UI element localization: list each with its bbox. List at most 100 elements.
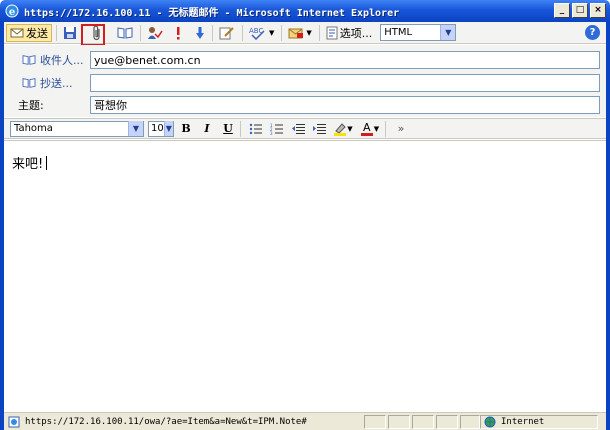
chevron-down-icon: ▼ [128,121,143,136]
check-names-button[interactable] [144,24,166,42]
format-select[interactable]: HTML ▼ [380,24,457,41]
spell-check-icon: ABC [249,27,265,40]
zone-label: Internet [501,417,545,427]
more-options-button[interactable]: » [392,121,410,137]
security-zone: Internet [480,415,598,429]
font-size-select[interactable]: 10 ▼ [148,120,174,137]
subject-field[interactable]: 哥想你 [90,96,600,114]
subject-row: 主题: 哥想你 [4,96,606,114]
chevron-down-icon: ▼ [440,25,456,40]
font-value: Tahoma [14,123,53,134]
highlight-dropdown-arrow-icon: ▼ [347,124,353,133]
signature-button[interactable] [216,24,238,42]
subject-label: 主题: [18,99,44,112]
cc-field[interactable] [90,74,600,92]
cc-button[interactable]: 抄送... [22,75,86,91]
svg-text:3: 3 [270,131,273,135]
body-text-container: 来吧! [12,153,48,172]
window-frame-right [606,22,610,430]
message-body[interactable]: 来吧! [4,140,606,410]
cc-label: 抄送... [40,77,73,90]
options-page-icon [326,26,338,39]
save-button[interactable] [60,24,80,42]
message-tools-dropdown-arrow-icon: ▼ [306,28,312,37]
window-title: https://172.16.100.11 - 无标题邮件 - Microsof… [24,7,400,19]
toolbar-separator [281,24,283,41]
highlight-button[interactable]: ▼ [331,121,355,137]
envelope-flag-icon [288,28,304,38]
paperclip-icon [93,25,100,40]
close-button[interactable]: × [590,3,606,18]
font-color-label: A [363,120,371,134]
ie-logo-icon: e [5,4,19,18]
bold-button[interactable]: B [177,121,195,137]
status-url: https://172.16.100.11/owa/?ae=Item&a=New… [25,416,307,427]
to-label: 收件人... [40,54,84,67]
svg-text:e: e [9,7,15,18]
outdent-icon [292,123,305,134]
to-row: 收件人... yue@benet.com.cn [4,51,606,69]
minimize-button[interactable]: _ [554,3,570,18]
page-icon [8,416,20,427]
check-names-icon [148,26,163,39]
to-field[interactable]: yue@benet.com.cn [90,51,600,69]
highlighter-icon [334,122,347,136]
toolbar-separator [318,24,320,41]
help-button[interactable]: ? [585,25,600,40]
status-panel [460,415,480,429]
format-toolbar: Tahoma ▼ 10 ▼ B I U 1 2 3 ▼ A ▼ » [4,118,606,139]
signature-icon [219,26,234,39]
status-panel [436,415,458,429]
font-color-swatch [360,132,373,136]
options-label: 选项... [339,26,373,40]
address-book-button[interactable] [114,24,136,42]
status-panel [388,415,410,429]
toolbar-separator [140,24,141,41]
italic-button[interactable]: I [198,121,216,137]
spelling-button[interactable]: ABC ▼ [246,24,277,42]
maximize-button[interactable]: □ [572,3,588,18]
toolbar-separator [240,120,241,137]
send-icon [10,28,24,37]
cc-row: 抄送... [4,74,606,92]
indent-icon [313,123,326,134]
title-bar: e https://172.16.100.11 - 无标题邮件 - Micros… [0,0,610,22]
font-select[interactable]: Tahoma ▼ [10,120,144,137]
spelling-dropdown-arrow-icon: ▼ [269,28,275,37]
status-panel [412,415,434,429]
font-color-dropdown-arrow-icon: ▼ [373,124,380,133]
text-caret [46,156,48,170]
font-size-value: 10 [151,123,164,134]
numbered-list-icon: 1 2 3 [270,123,283,135]
bullet-list-icon [249,123,262,134]
address-book-icon [117,26,133,39]
increase-indent-button[interactable] [310,121,328,137]
importance-low-button[interactable] [192,24,208,42]
decrease-indent-button[interactable] [289,121,307,137]
numbered-list-button[interactable]: 1 2 3 [268,121,286,137]
to-button[interactable]: 收件人... [22,52,86,68]
send-label: 发送 [26,26,48,40]
globe-icon [484,416,496,428]
save-icon [64,26,76,39]
options-button[interactable]: 选项... [323,24,376,42]
message-header: 收件人... yue@benet.com.cn 抄送... 主题: 哥想你 [4,45,606,117]
toolbar-separator [242,24,243,41]
toolbar-separator [385,120,386,137]
address-book-icon [22,55,36,65]
underline-button[interactable]: U [219,121,237,137]
toolbar-separator [56,24,57,41]
font-color-button[interactable]: A ▼ [358,121,382,137]
exclamation-icon [177,26,180,39]
status-panel [364,415,386,429]
address-book-icon [22,78,36,88]
chevron-down-icon: ▼ [163,121,173,136]
bullet-list-button[interactable] [247,121,265,137]
send-button[interactable]: 发送 [6,23,52,42]
down-arrow-icon [196,26,204,39]
main-toolbar: 发送 ABC ▼ ▼ 选项... HTML ▼ ? [4,22,606,44]
attach-button[interactable] [87,24,107,42]
message-tools-button[interactable]: ▼ [285,24,314,42]
body-text: 来吧! [12,157,44,172]
importance-high-button[interactable] [171,24,185,42]
